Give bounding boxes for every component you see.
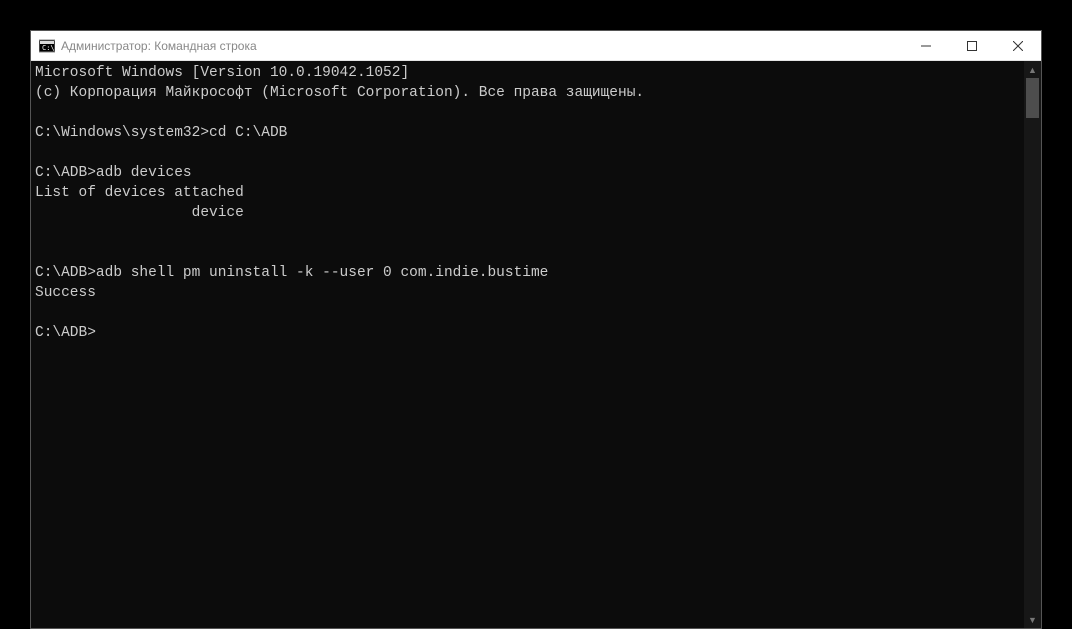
minimize-icon [921,41,931,51]
scroll-down-arrow-icon[interactable]: ▼ [1024,611,1041,628]
window-title: Администратор: Командная строка [61,39,903,53]
vertical-scrollbar[interactable]: ▲ ▼ [1024,61,1041,628]
terminal-output[interactable]: Microsoft Windows [Version 10.0.19042.10… [31,61,1024,628]
close-icon [1013,41,1023,51]
scrollbar-thumb[interactable] [1026,78,1039,118]
titlebar[interactable]: C:\ Администратор: Командная строка [31,31,1041,61]
close-button[interactable] [995,31,1041,60]
window-controls [903,31,1041,60]
svg-text:C:\: C:\ [42,44,55,52]
maximize-icon [967,41,977,51]
maximize-button[interactable] [949,31,995,60]
scrollbar-track[interactable] [1024,78,1041,611]
cmd-icon: C:\ [39,38,55,54]
cmd-window: C:\ Администратор: Командная строка [30,30,1042,629]
minimize-button[interactable] [903,31,949,60]
console-area: Microsoft Windows [Version 10.0.19042.10… [31,61,1041,628]
scroll-up-arrow-icon[interactable]: ▲ [1024,61,1041,78]
